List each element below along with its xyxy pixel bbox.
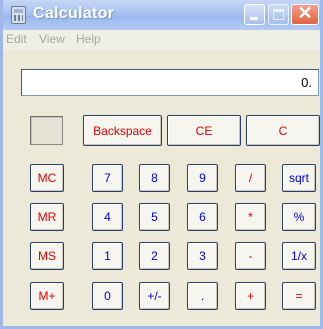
calculator-window: Calculator ✕ Edit View Help 0. Backspace… [0, 0, 323, 329]
square-root-button[interactable]: sqrt [282, 164, 316, 192]
menu-help[interactable]: Help [76, 32, 101, 46]
calculator-app-icon [11, 6, 26, 24]
sign-toggle-button[interactable]: +/- [139, 282, 170, 310]
memory-clear-button[interactable]: MC [30, 164, 64, 192]
close-icon: ✕ [297, 3, 313, 23]
equals-button[interactable]: = [282, 282, 316, 310]
digit-6-button[interactable]: 6 [187, 203, 218, 231]
title-bar[interactable]: Calculator ✕ [3, 0, 320, 30]
digit-4-button[interactable]: 4 [92, 203, 123, 231]
digit-7-button[interactable]: 7 [92, 164, 123, 192]
digit-5-button[interactable]: 5 [139, 203, 170, 231]
digit-2-button[interactable]: 2 [139, 242, 170, 270]
maximize-icon [273, 9, 284, 20]
multiply-button[interactable]: * [235, 203, 266, 231]
decimal-point-button[interactable]: . [187, 282, 218, 310]
window-title: Calculator [33, 5, 115, 22]
menu-bar: Edit View Help [3, 30, 320, 50]
reciprocal-button[interactable]: 1/x [282, 242, 316, 270]
maximize-button[interactable] [268, 4, 289, 25]
memory-indicator [30, 116, 63, 145]
minimize-button[interactable] [244, 4, 265, 25]
digit-8-button[interactable]: 8 [139, 164, 170, 192]
digit-3-button[interactable]: 3 [187, 242, 218, 270]
backspace-button[interactable]: Backspace [83, 115, 162, 146]
minus-button[interactable]: - [235, 242, 266, 270]
divide-button[interactable]: / [235, 164, 266, 192]
memory-add-button[interactable]: M+ [30, 282, 64, 310]
digit-9-button[interactable]: 9 [187, 164, 218, 192]
memory-store-button[interactable]: MS [30, 242, 64, 270]
display-value: 0. [301, 75, 312, 90]
menu-view[interactable]: View [39, 32, 65, 46]
digit-1-button[interactable]: 1 [92, 242, 123, 270]
menu-edit[interactable]: Edit [6, 32, 27, 46]
clear-entry-button[interactable]: CE [167, 115, 241, 146]
digit-0-button[interactable]: 0 [92, 282, 123, 310]
clear-button[interactable]: C [246, 115, 320, 146]
calculator-display: 0. [21, 69, 319, 96]
minimize-icon [250, 17, 258, 20]
plus-button[interactable]: + [235, 282, 266, 310]
percent-button[interactable]: % [282, 203, 316, 231]
close-button[interactable]: ✕ [291, 3, 319, 25]
memory-recall-button[interactable]: MR [30, 203, 64, 231]
